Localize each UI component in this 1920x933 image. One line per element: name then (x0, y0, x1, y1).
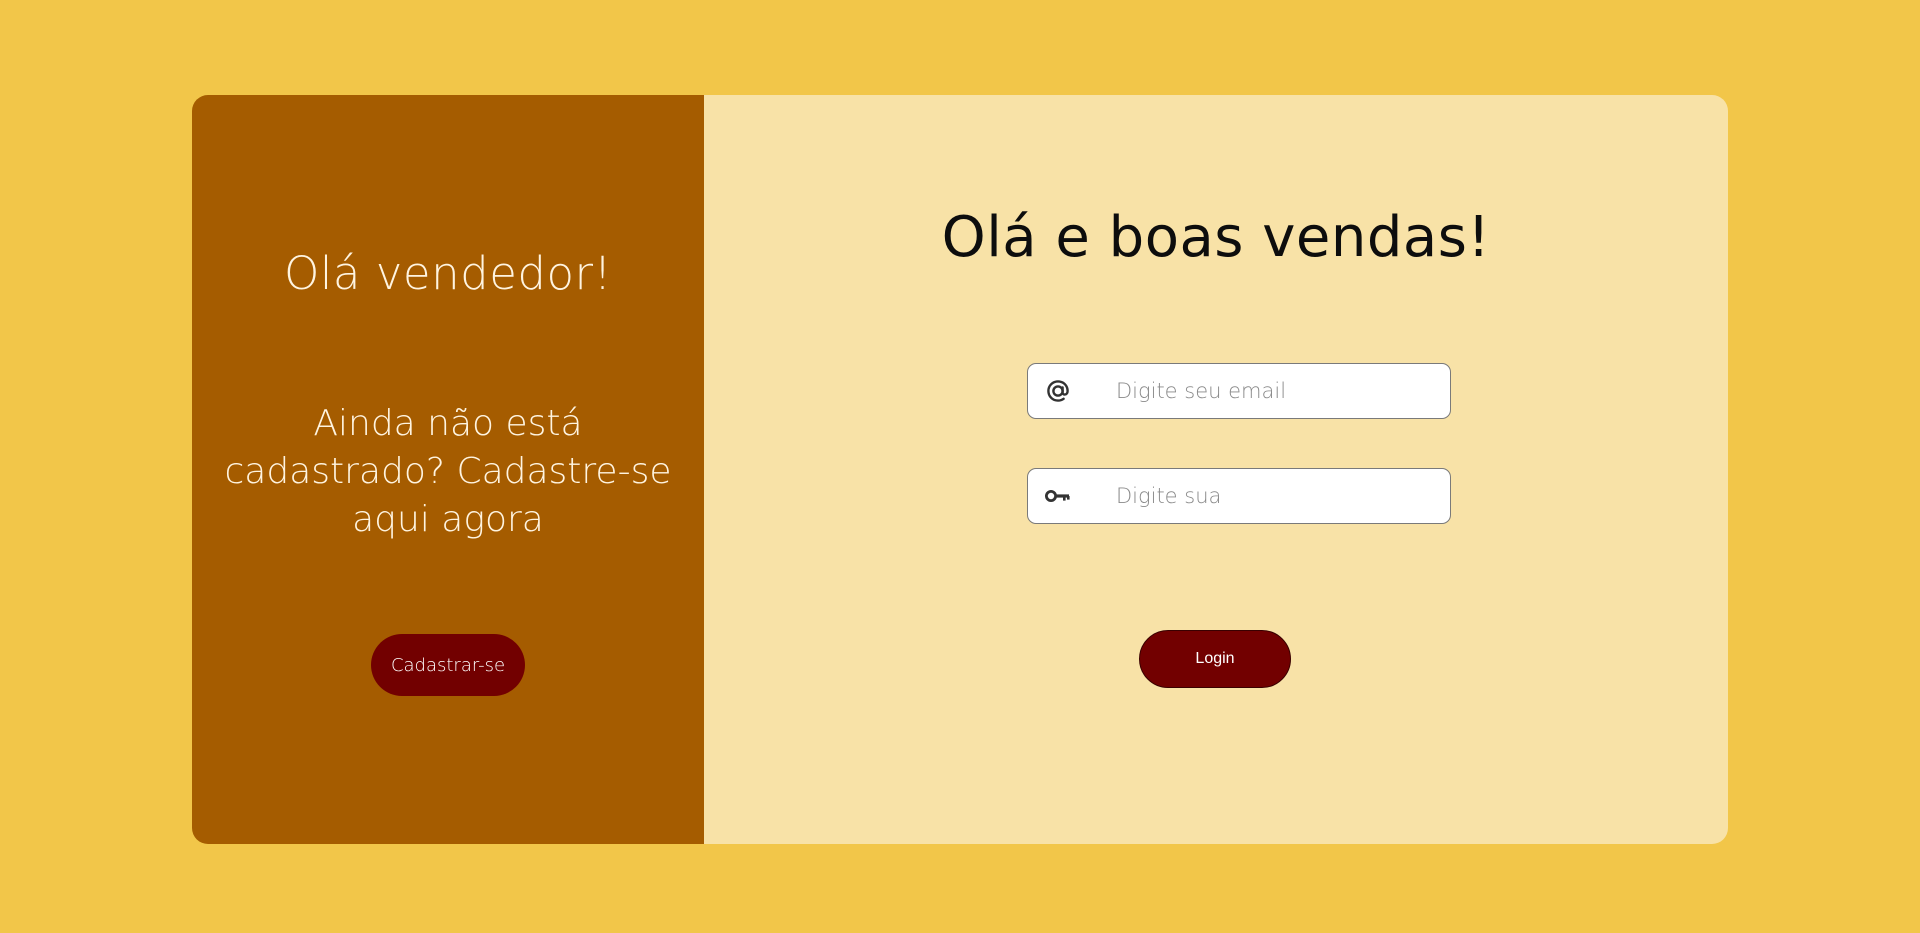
signup-title: Olá vendedor! (283, 247, 613, 300)
login-button[interactable]: Login (1139, 630, 1291, 688)
signup-button[interactable]: Cadastrar-se (371, 634, 525, 696)
password-input[interactable] (1114, 475, 1438, 517)
password-field[interactable] (1027, 468, 1451, 524)
at-icon (1044, 377, 1072, 405)
signup-panel: Olá vendedor! Ainda não está cadastrado?… (192, 95, 704, 844)
login-card: Olá vendedor! Ainda não está cadastrado?… (192, 95, 1728, 844)
email-input[interactable] (1114, 370, 1438, 412)
signup-prompt-text: Ainda não está cadastrado? Cadastre-se a… (224, 403, 672, 540)
login-panel: Olá e boas vendas! Login (704, 95, 1728, 844)
login-title: Olá e boas vendas! (941, 205, 1491, 270)
key-icon (1044, 482, 1072, 510)
email-field[interactable] (1027, 363, 1451, 419)
